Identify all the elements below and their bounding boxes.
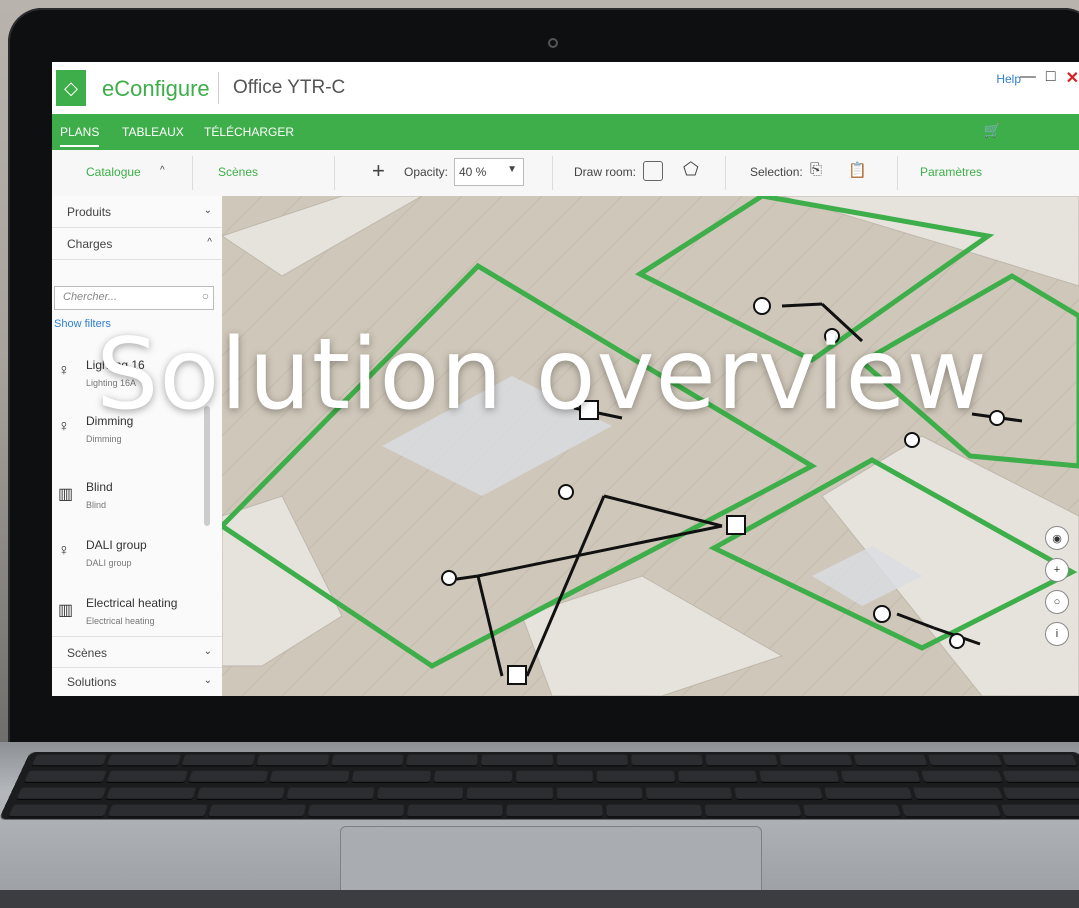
item-sub: Electrical heating: [86, 616, 155, 626]
draw-rectangle-icon[interactable]: [643, 161, 663, 181]
section-label: Produits: [67, 205, 112, 219]
main-menu: PLANS TABLEAUX TÉLÉCHARGER 🛒: [52, 114, 1079, 150]
tab-tableaux[interactable]: TABLEAUX: [122, 125, 184, 139]
copy-icon[interactable]: ⎘: [810, 161, 822, 178]
opacity-label: Opacity:: [404, 165, 449, 179]
title-divider: [218, 72, 219, 104]
dali-bulb-icon: ♀: [58, 542, 70, 559]
search-placeholder: Chercher...: [63, 291, 118, 303]
draw-polygon-icon[interactable]: ⬠: [683, 159, 699, 180]
floor-plan-drawing: [222, 196, 1079, 696]
catalogue-tab[interactable]: Catalogue: [86, 165, 141, 179]
chevron-up-icon: ^: [207, 237, 212, 248]
plus-icon[interactable]: +: [372, 158, 385, 184]
search-input[interactable]: Chercher... ○: [54, 286, 214, 310]
chevron-down-icon: ⌄: [203, 646, 212, 657]
item-sub: DALI group: [86, 558, 132, 568]
draw-room-label: Draw room:: [574, 165, 637, 179]
eye-icon[interactable]: ◉: [1045, 526, 1069, 550]
opacity-select[interactable]: 40 % ▼: [454, 158, 524, 186]
section-produits[interactable]: Produits ⌄: [52, 196, 222, 228]
tab-plans[interactable]: PLANS: [60, 125, 100, 147]
app-name: eConfigure: [102, 76, 210, 101]
divider: [334, 156, 335, 190]
section-label: Solutions: [67, 675, 117, 689]
paste-icon[interactable]: 📋: [848, 161, 867, 179]
item-sub: Dimming: [86, 434, 122, 444]
maximize-icon[interactable]: □: [1046, 68, 1056, 88]
section-solutions[interactable]: Solutions ⌄: [52, 666, 222, 696]
parametres-tab[interactable]: Paramètres: [920, 165, 982, 179]
floor-plan-canvas[interactable]: ◉ + ○ i: [222, 196, 1079, 696]
bulb-icon[interactable]: ○: [1045, 590, 1069, 614]
minimize-icon[interactable]: —: [1020, 68, 1036, 88]
heater-icon: ▥: [58, 602, 74, 619]
section-label: Charges: [67, 237, 113, 251]
laptop-edge: [0, 890, 1079, 908]
selection-label: Selection:: [750, 165, 803, 179]
divider: [552, 156, 553, 190]
opacity-value: 40 %: [459, 165, 487, 179]
canvas-controls: ◉ + ○ i: [1045, 526, 1069, 646]
section-scenes[interactable]: Scènes ⌄: [52, 636, 222, 668]
window-controls: — □ ✕: [1020, 68, 1079, 88]
title-bar: ◇ eConfigure Office YTR-C Help — □ ✕: [52, 62, 1079, 115]
item-name: Blind: [86, 480, 113, 494]
keyboard: [0, 752, 1079, 820]
overlay-title: Solution overview: [96, 318, 988, 432]
tab-telecharger[interactable]: TÉLÉCHARGER: [204, 125, 294, 139]
cart-icon[interactable]: 🛒: [984, 122, 1001, 139]
chevron-up-icon[interactable]: ^: [160, 165, 165, 176]
diamond-icon: ◇: [56, 70, 86, 106]
section-charges[interactable]: Charges ^: [52, 228, 222, 260]
info-icon[interactable]: i: [1045, 622, 1069, 646]
chevron-down-icon: ⌄: [203, 675, 212, 686]
item-name: Electrical heating: [86, 596, 178, 610]
section-label: Scènes: [67, 646, 108, 660]
scenes-tab[interactable]: Scènes: [218, 165, 258, 179]
divider: [725, 156, 726, 190]
item-name: DALI group: [86, 538, 147, 552]
item-sub: Blind: [86, 500, 107, 510]
zoom-in-icon[interactable]: +: [1045, 558, 1069, 582]
divider: [192, 156, 193, 190]
catalogue-sidebar: Produits ⌄ Charges ^ Chercher... ○ Show …: [52, 196, 223, 696]
search-icon: ○: [201, 289, 209, 303]
webcam-icon: [548, 38, 558, 48]
caret-down-icon: ▼: [507, 164, 517, 175]
close-icon[interactable]: ✕: [1066, 68, 1079, 88]
project-name: Office YTR-C: [233, 77, 346, 98]
toolbar: Catalogue ^ Scènes + Opacity: 40 % ▼ Dra…: [52, 150, 1079, 197]
blind-icon: ▥: [58, 486, 74, 503]
chevron-down-icon: ⌄: [203, 205, 212, 216]
divider: [897, 156, 898, 190]
help-link[interactable]: Help: [996, 72, 1021, 86]
